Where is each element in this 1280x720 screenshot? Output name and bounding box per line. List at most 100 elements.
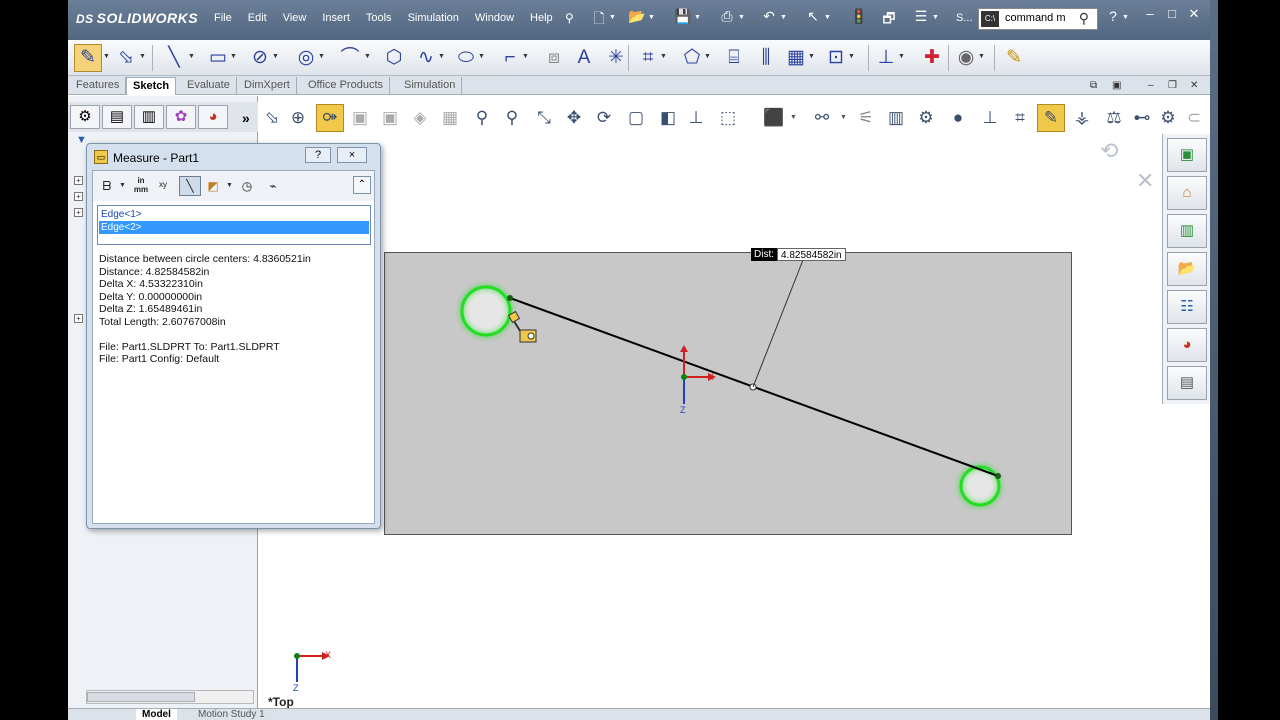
point-to-point-icon[interactable]: ╲ — [180, 176, 200, 196]
close-window-button[interactable]: ✕ — [1184, 6, 1204, 24]
file-properties-icon[interactable]: 🗗 — [880, 8, 898, 28]
save-dropdown-icon[interactable]: ▼ — [694, 14, 701, 21]
menu-edit[interactable]: Edit — [240, 12, 275, 24]
arc-tool-icon[interactable]: ⌒ — [338, 46, 362, 70]
sketch-dropdown-icon[interactable]: ▼ — [103, 53, 110, 60]
menu-insert[interactable]: Insert — [314, 12, 358, 24]
rectangle-tool-icon[interactable]: ▭ — [206, 46, 230, 70]
normal-to-icon[interactable]: ⊥ — [684, 106, 708, 130]
rapid-sketch-icon[interactable]: ✎ — [1002, 46, 1026, 70]
create-sensor-icon[interactable]: ⌁ — [263, 176, 283, 196]
open-dropdown-icon[interactable]: ▼ — [648, 14, 655, 21]
slot-tool-icon[interactable]: ⊘ — [248, 46, 272, 70]
rotate-view-icon[interactable]: ⟳ — [592, 106, 616, 130]
rectangle-dropdown-icon[interactable]: ▼ — [230, 53, 237, 60]
offset-entities-icon[interactable]: ⌸ — [722, 46, 746, 70]
appearances-icon[interactable]: ◕ — [1167, 328, 1207, 362]
tab-sketch[interactable]: Sketch — [126, 77, 177, 95]
sketch-plate-face[interactable] — [384, 252, 1072, 535]
dimension-dropdown-icon[interactable]: ▼ — [139, 53, 146, 60]
tab-evaluate[interactable]: Evaluate — [181, 77, 237, 95]
open-folder-icon[interactable]: 📂 — [628, 8, 646, 28]
line-dropdown-icon[interactable]: ▼ — [188, 53, 195, 60]
solidworks-logo[interactable]: DS SOLIDWORKS — [76, 10, 198, 26]
design-library-icon[interactable]: ▥ — [1167, 214, 1207, 248]
curvature-icon[interactable]: ⌗ — [1008, 106, 1032, 130]
dialog-help-button[interactable]: ? — [305, 147, 331, 163]
file-explorer-icon[interactable]: 📂 — [1167, 252, 1207, 286]
tree-expand-icon[interactable]: + — [74, 192, 83, 201]
quick-snaps-icon[interactable]: ◉ — [954, 46, 978, 70]
selection-list[interactable]: Edge<1> Edge<2> — [97, 205, 371, 245]
extra-tools-icon[interactable]: ⊂ — [1182, 106, 1206, 130]
smart-dimension-icon[interactable]: ⬂ — [114, 46, 138, 70]
display-style-icon[interactable]: ⬛ — [762, 106, 786, 130]
tab-model[interactable]: Model — [136, 709, 177, 720]
filter-icon[interactable]: ▼ — [76, 134, 87, 146]
projected-on-icon[interactable]: ◩ — [203, 176, 223, 196]
tile-view-icon[interactable]: ▣ — [1112, 80, 1121, 91]
view-settings-icon[interactable]: ⚙ — [914, 106, 938, 130]
circle-tool-icon[interactable]: ◎ — [294, 46, 318, 70]
zoom-to-area-icon[interactable]: ⚲ — [500, 106, 524, 130]
home-icon[interactable]: ⌂ — [1167, 176, 1207, 210]
mass-properties-icon[interactable]: ▣ — [348, 106, 372, 130]
more-evaluate-icon[interactable]: ⚙ — [1156, 106, 1180, 130]
dimension-icon[interactable]: ⬂ — [260, 106, 284, 130]
spline-dropdown-icon[interactable]: ▼ — [438, 53, 445, 60]
sensor-icon[interactable]: ◈ — [408, 106, 432, 130]
dialog-close-button[interactable]: × — [337, 147, 367, 163]
view-palette-icon[interactable]: ☷ — [1167, 290, 1207, 324]
menu-window[interactable]: Window — [467, 12, 522, 24]
move-entities-icon[interactable]: ⊡ — [824, 46, 848, 70]
arc-options-dropdown-icon[interactable]: ▼ — [119, 182, 126, 189]
section-properties-icon[interactable]: ▣ — [378, 106, 402, 130]
select-arrow-icon[interactable]: ↖ — [804, 8, 822, 28]
print-icon[interactable]: ⎙ — [718, 8, 736, 28]
fillet-tool-icon[interactable]: ⌐ — [498, 46, 522, 70]
view-orientation-icon[interactable]: ⬚ — [716, 106, 740, 130]
ellipse-dropdown-icon[interactable]: ▼ — [478, 53, 485, 60]
measurement-history-icon[interactable]: ◷ — [237, 176, 257, 196]
exit-sketch-icon[interactable]: ✎ — [76, 46, 100, 70]
convert-entities-icon[interactable]: ⬠ — [680, 46, 704, 70]
scene-icon[interactable]: ▥ — [884, 106, 908, 130]
select-dropdown-icon[interactable]: ▼ — [824, 14, 831, 21]
measure-tool-icon[interactable]: ⚩ — [318, 106, 342, 130]
new-document-icon[interactable]: 🗋 — [590, 8, 608, 28]
solidworks-resources-icon[interactable]: ▣ — [1167, 138, 1207, 172]
hide-show-dropdown-icon[interactable]: ▼ — [840, 114, 847, 121]
display-manager-tab-icon[interactable]: ◕ — [198, 105, 228, 129]
maximize-button[interactable]: □ — [1162, 6, 1182, 24]
mirror-entities-icon[interactable]: ⫼ — [754, 46, 778, 70]
repair-sketch-icon[interactable]: ✚ — [920, 46, 944, 70]
collapse-dialog-icon[interactable]: ⌃ — [353, 176, 371, 194]
tree-expand-icon[interactable]: + — [74, 314, 83, 323]
horizontal-scrollbar[interactable] — [86, 690, 254, 704]
section-view-icon[interactable]: ⊥ — [978, 106, 1002, 130]
configuration-manager-tab-icon[interactable]: ▥ — [134, 105, 164, 129]
tree-expand-icon[interactable]: + — [74, 208, 83, 217]
undo-dropdown-icon[interactable]: ▼ — [780, 14, 787, 21]
options-icon[interactable]: ☰ — [912, 8, 930, 28]
units-precision-icon[interactable]: in mm — [131, 176, 151, 196]
search-icon[interactable]: ⚲ — [1079, 10, 1089, 27]
mass-balance-icon[interactable]: ⚖ — [1102, 106, 1126, 130]
minimize-button[interactable]: – — [1140, 6, 1160, 24]
save-icon[interactable]: 💾 — [674, 8, 692, 28]
display-style-dropdown-icon[interactable]: ▼ — [790, 114, 797, 121]
display-relations-icon[interactable]: ⊥ — [874, 46, 898, 70]
selection-item-edge-2[interactable]: Edge<2> — [99, 221, 369, 234]
help-dropdown-icon[interactable]: ▼ — [1122, 14, 1129, 21]
menu-tools[interactable]: Tools — [358, 12, 400, 24]
menu-view[interactable]: View — [275, 12, 315, 24]
tab-dimxpert[interactable]: DimXpert — [238, 77, 297, 95]
point-tool-icon[interactable]: ✳ — [604, 46, 628, 70]
more-tabs-chevron-icon[interactable]: » — [242, 110, 250, 126]
rebuild-traffic-light-icon[interactable]: 🚦 — [850, 8, 868, 28]
move-dropdown-icon[interactable]: ▼ — [848, 53, 855, 60]
dimxpert-manager-tab-icon[interactable]: ✿ — [166, 105, 196, 129]
measure-toggle-icon[interactable]: ✎ — [1039, 106, 1063, 130]
menu-simulation[interactable]: Simulation — [400, 12, 467, 24]
new-dropdown-icon[interactable]: ▼ — [609, 14, 616, 21]
